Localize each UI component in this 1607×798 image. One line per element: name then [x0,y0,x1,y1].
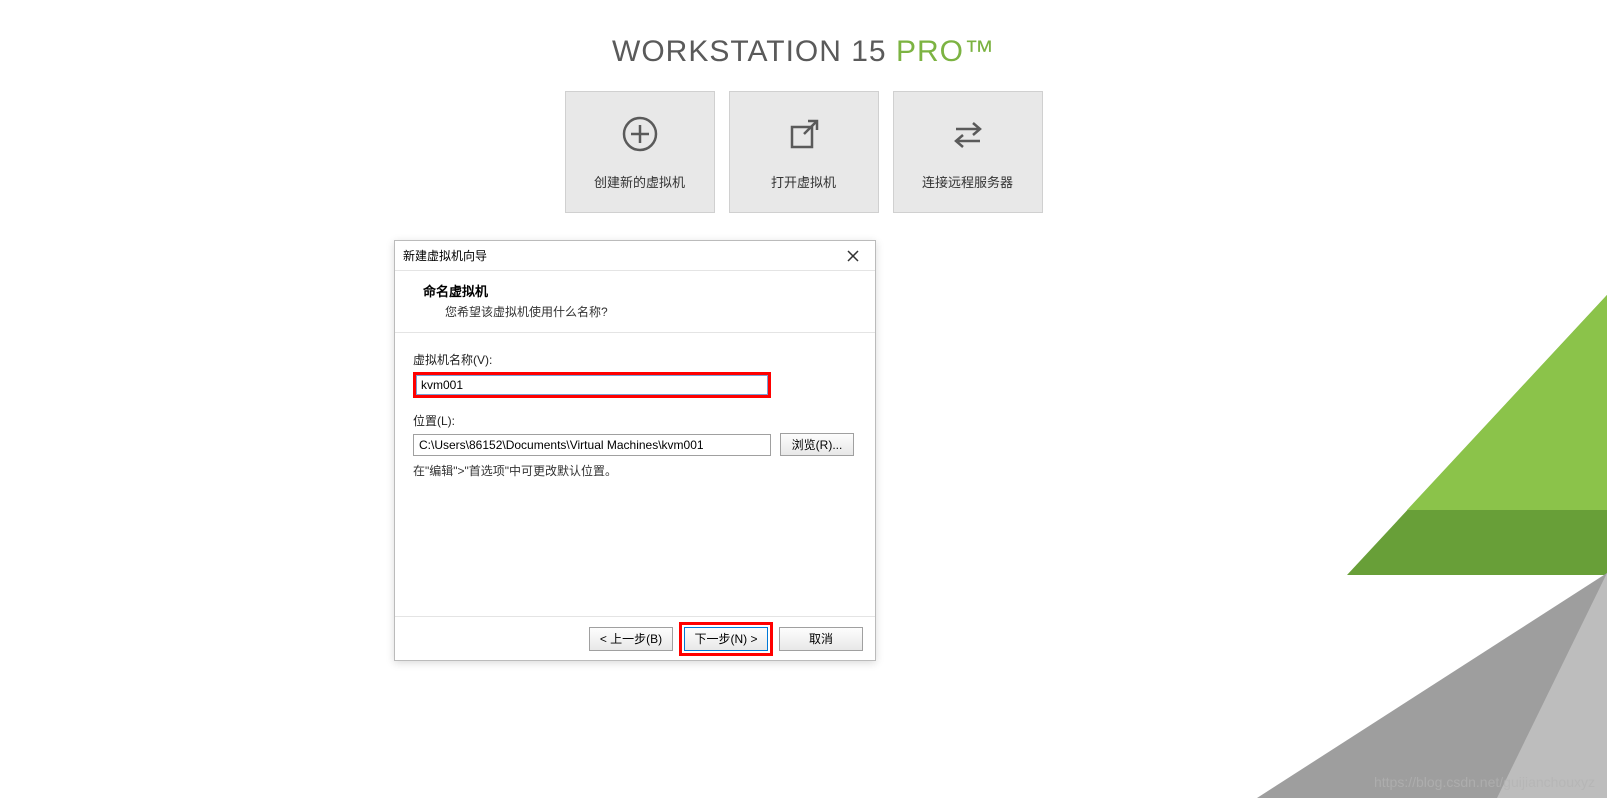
create-vm-tile[interactable]: 创建新的虚拟机 [565,91,715,213]
browse-button[interactable]: 浏览(R)... [780,433,854,456]
decor-triangle-green [1347,295,1607,575]
title-main: WORKSTATION 15 [612,35,896,68]
dialog-body: 虚拟机名称(V): 位置(L): 浏览(R)... 在"编辑">"首选项"中可更… [395,333,875,489]
close-button[interactable] [839,245,867,267]
dialog-titlebar[interactable]: 新建虚拟机向导 [395,241,875,271]
home-tiles: 创建新的虚拟机 打开虚拟机 连接远程服务器 [0,91,1607,213]
dialog-title: 新建虚拟机向导 [403,247,487,264]
back-button[interactable]: < 上一步(B) [589,627,673,651]
open-vm-tile[interactable]: 打开虚拟机 [729,91,879,213]
dialog-header: 命名虚拟机 您希望该虚拟机使用什么名称? [395,271,875,333]
open-external-icon [784,114,824,154]
create-vm-label: 创建新的虚拟机 [594,172,685,191]
cancel-button[interactable]: 取消 [779,627,863,651]
decor-triangle-gray [1257,573,1607,798]
title-tm: ™ [964,35,995,68]
connect-server-tile[interactable]: 连接远程服务器 [893,91,1043,213]
watermark: https://blog.csdn.net/guijianchouxyz [1374,774,1595,790]
vm-location-input[interactable] [413,434,771,456]
vm-name-label: 虚拟机名称(V): [413,351,857,368]
dialog-footer: < 上一步(B) 下一步(N) > 取消 [395,616,875,660]
open-vm-label: 打开虚拟机 [771,172,836,191]
next-button[interactable]: 下一步(N) > [684,627,768,651]
close-icon [847,250,859,262]
plus-circle-icon [620,114,660,154]
vm-name-highlight [413,372,771,398]
next-button-highlight: 下一步(N) > [679,622,773,656]
app-title: WORKSTATION 15 PRO™ [0,35,1607,69]
vm-name-input[interactable] [416,375,768,395]
swap-arrows-icon [948,114,988,154]
dialog-heading: 命名虚拟机 [423,281,855,300]
connect-server-label: 连接远程服务器 [922,172,1013,191]
dialog-subheading: 您希望该虚拟机使用什么名称? [445,303,855,320]
new-vm-wizard-dialog: 新建虚拟机向导 命名虚拟机 您希望该虚拟机使用什么名称? 虚拟机名称(V): 位… [394,240,876,661]
location-hint: 在"编辑">"首选项"中可更改默认位置。 [413,462,857,479]
title-pro: PRO [896,35,964,68]
vm-location-label: 位置(L): [413,412,857,429]
